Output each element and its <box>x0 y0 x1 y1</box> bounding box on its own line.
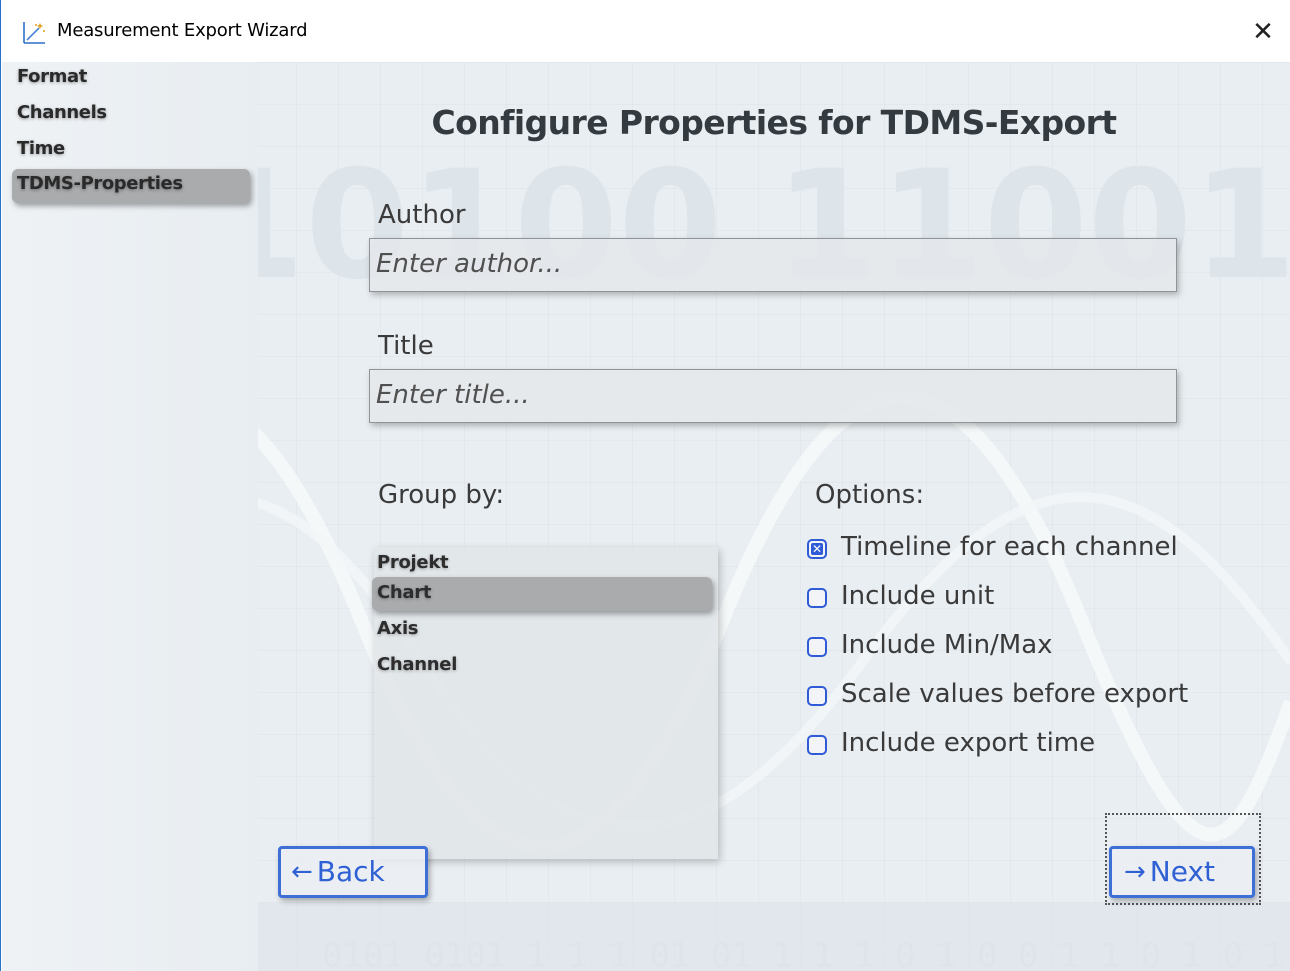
back-button[interactable]: ← Back <box>278 846 428 898</box>
author-label: Author <box>378 200 466 230</box>
checkbox-unchecked[interactable] <box>807 686 827 706</box>
option-label: Include Min/Max <box>841 630 1053 660</box>
arrow-right-icon: → <box>1124 857 1146 887</box>
group-item-projekt[interactable]: Projekt <box>372 547 712 581</box>
checkbox-unchecked[interactable] <box>807 637 827 657</box>
group-item-axis[interactable]: Axis <box>372 613 712 647</box>
wizard-window: Measurement Export Wizard ✕ 0110100 1100… <box>0 0 1290 971</box>
window-title: Measurement Export Wizard <box>57 20 308 41</box>
checkbox-unchecked[interactable] <box>807 588 827 608</box>
close-button[interactable]: ✕ <box>1245 14 1281 50</box>
next-button-label: Next <box>1149 855 1216 888</box>
button-bar <box>258 902 1290 971</box>
option-label: Timeline for each channel <box>841 532 1178 562</box>
option-label: Include export time <box>841 728 1096 758</box>
wizard-steps-sidebar: Format Channels Time TDMS-Properties <box>2 62 258 971</box>
sidebar-item-time[interactable]: Time <box>12 134 250 168</box>
group-by-list[interactable]: Projekt Chart Axis Channel <box>372 547 718 859</box>
page-title: Configure Properties for TDMS-Export <box>431 103 1117 142</box>
checkbox-unchecked[interactable] <box>807 735 827 755</box>
sidebar-item-channels[interactable]: Channels <box>12 98 250 132</box>
title-label: Title <box>378 331 434 361</box>
next-button[interactable]: → Next <box>1109 846 1255 898</box>
check-x-icon: ✕ <box>811 542 823 556</box>
wizard-content: 0110100 1100110 0101 0101 1 1 1 01 01 1 … <box>2 62 1290 971</box>
back-button-label: Back <box>316 855 385 888</box>
sidebar-item-format[interactable]: Format <box>12 62 250 96</box>
group-item-chart[interactable]: Chart <box>372 577 712 611</box>
options-label: Options: <box>815 480 925 510</box>
group-item-channel[interactable]: Channel <box>372 649 712 683</box>
author-field[interactable]: Enter author... <box>369 238 1177 292</box>
option-label: Scale values before export <box>841 679 1189 709</box>
arrow-left-icon: ← <box>291 857 313 887</box>
option-label: Include unit <box>841 581 995 611</box>
chart-wand-icon <box>23 22 45 44</box>
title-bar: Measurement Export Wizard ✕ <box>1 0 1290 62</box>
title-field[interactable]: Enter title... <box>369 369 1177 423</box>
group-by-label: Group by: <box>378 480 505 510</box>
sidebar-item-tdms-properties[interactable]: TDMS-Properties <box>12 169 250 203</box>
checkbox-checked[interactable]: ✕ <box>807 539 827 559</box>
